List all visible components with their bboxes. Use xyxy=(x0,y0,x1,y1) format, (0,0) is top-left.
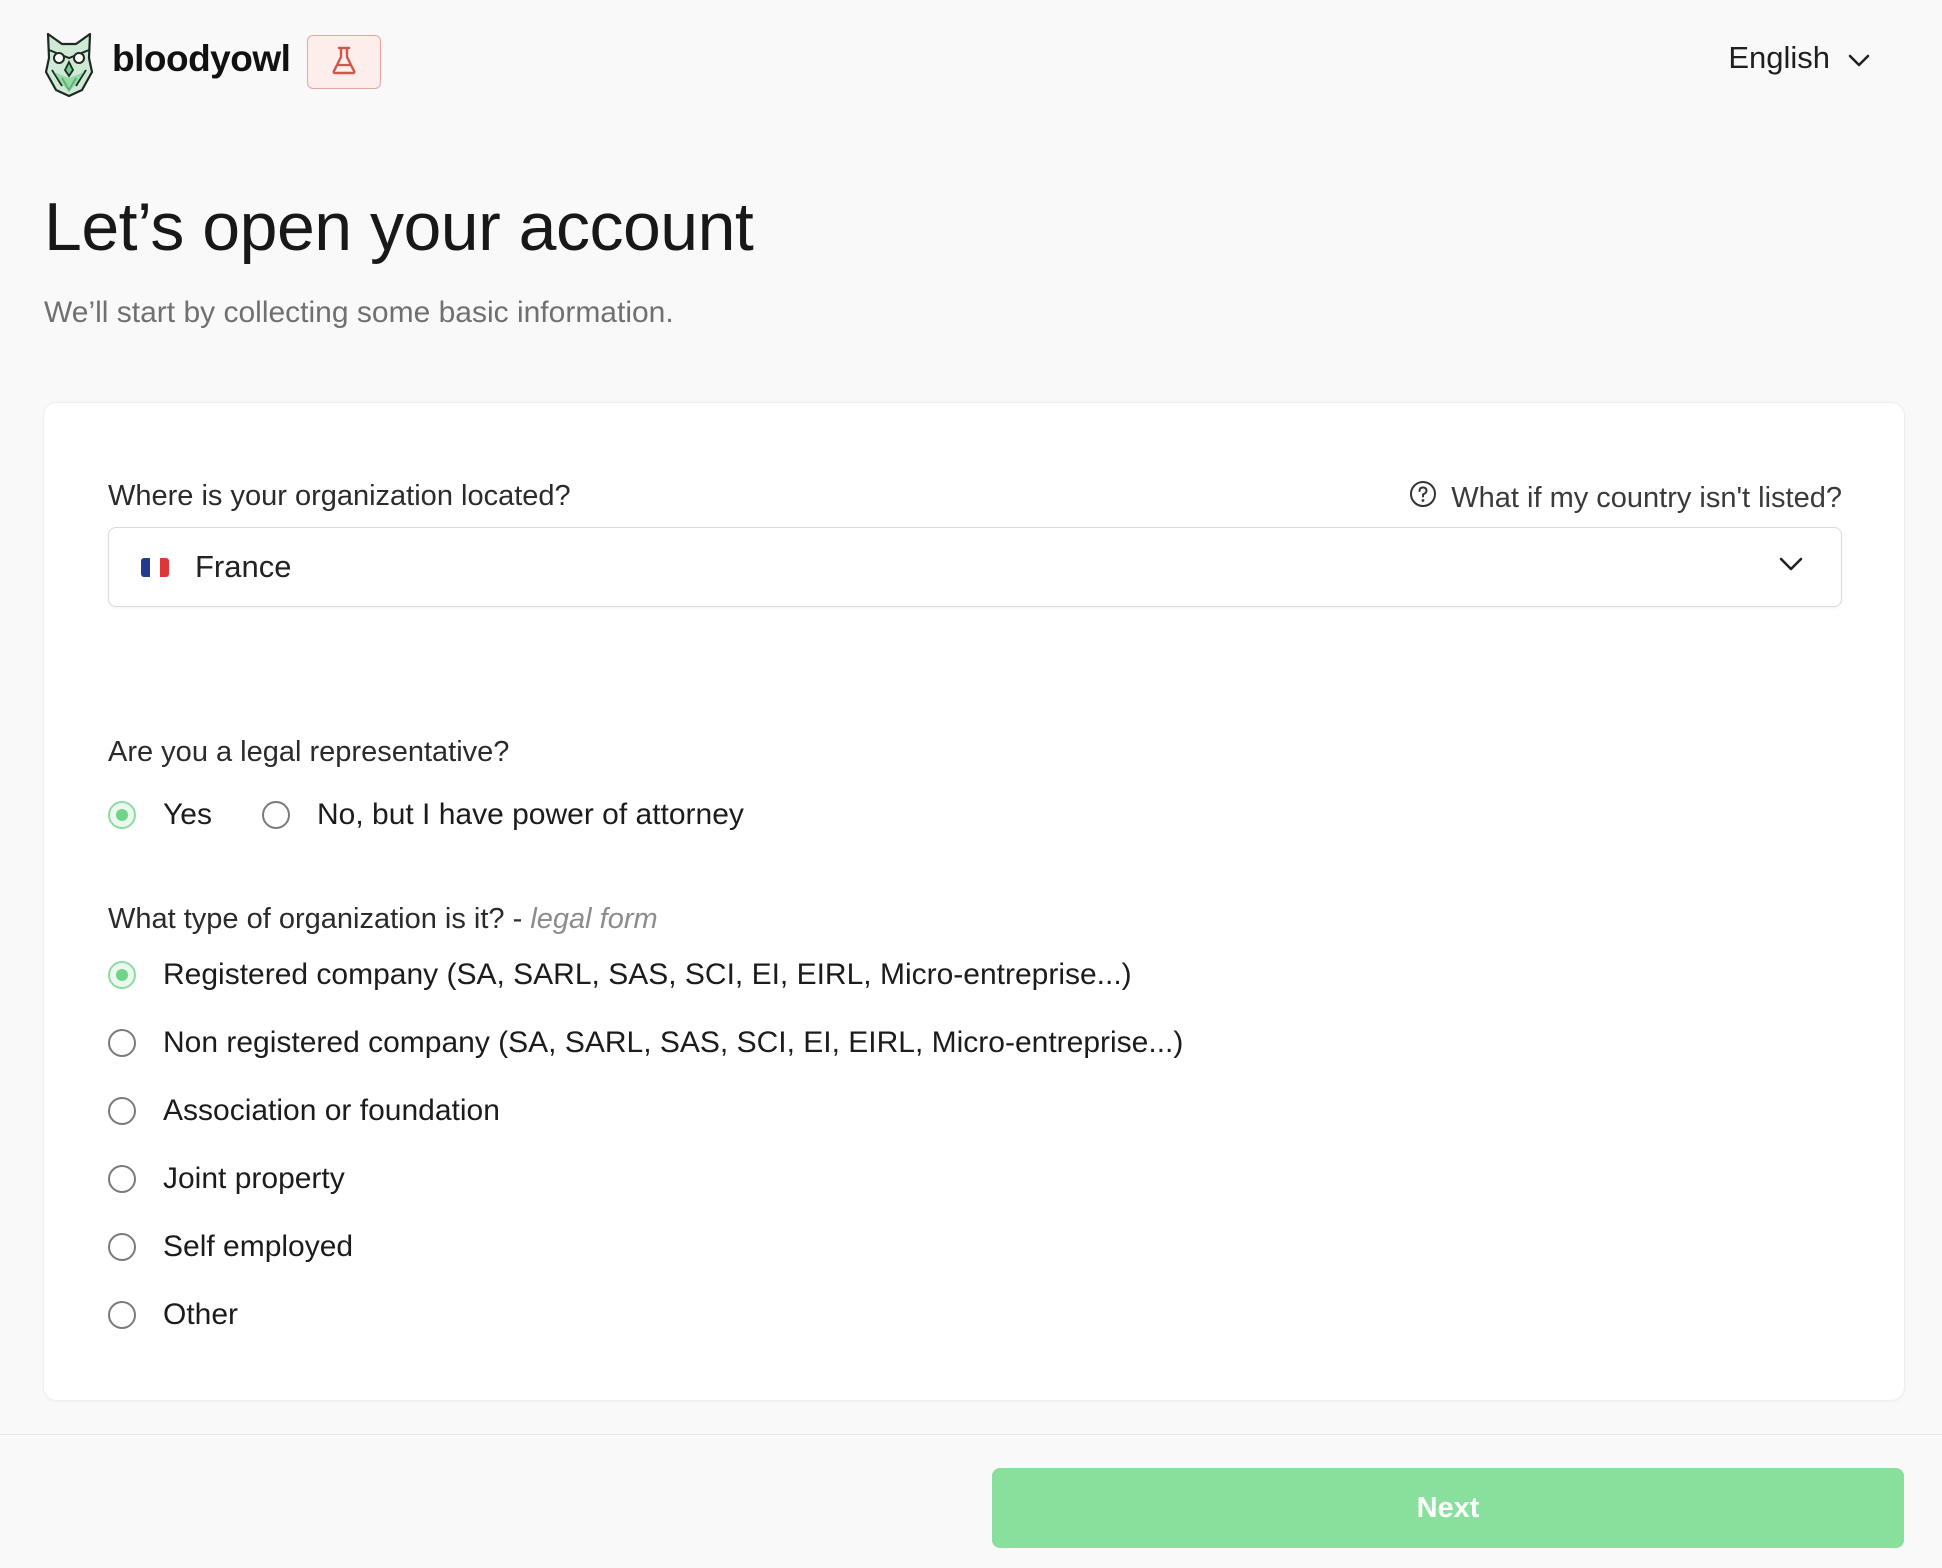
next-button[interactable]: Next xyxy=(992,1468,1904,1548)
country-help-link[interactable]: What if my country isn't listed? xyxy=(1409,480,1842,516)
org-type-other-option[interactable]: Other xyxy=(108,1298,238,1332)
radio-button[interactable] xyxy=(108,961,136,989)
page-subtitle: We’ll start by collecting some basic inf… xyxy=(44,296,674,329)
radio-label: Other xyxy=(163,1298,239,1331)
radio-label: Joint property xyxy=(163,1162,345,1195)
owl-logo-icon[interactable] xyxy=(42,28,96,98)
location-label: Where is your organization located? xyxy=(108,480,571,512)
sandbox-badge[interactable] xyxy=(307,35,381,89)
france-flag-icon xyxy=(141,557,169,577)
help-link-text: What if my country isn't listed? xyxy=(1451,481,1842,514)
account-form-card: Where is your organization located? What… xyxy=(43,402,1905,1401)
radio-button[interactable] xyxy=(108,801,136,829)
radio-label: Registered company (SA, SARL, SAS, SCI, … xyxy=(163,958,1132,991)
radio-label: No, but I have power of attorney xyxy=(317,798,744,831)
radio-label: Association or foundation xyxy=(163,1094,500,1127)
radio-label: Self employed xyxy=(163,1230,354,1263)
top-bar: bloodyowl English xyxy=(0,0,1942,126)
radio-button[interactable] xyxy=(108,1165,136,1193)
country-select[interactable]: France xyxy=(108,527,1842,607)
org-type-self-employed-option[interactable]: Self employed xyxy=(108,1230,353,1264)
legal-rep-yes-option[interactable]: Yes xyxy=(108,798,212,832)
org-type-label: What type of organization is it? - legal… xyxy=(108,903,658,936)
org-type-registered-option[interactable]: Registered company (SA, SARL, SAS, SCI, … xyxy=(108,958,1132,992)
org-type-question: What type of organization is it? - xyxy=(108,903,531,935)
org-type-non-registered-option[interactable]: Non registered company (SA, SARL, SAS, S… xyxy=(108,1026,1183,1060)
radio-button[interactable] xyxy=(108,1029,136,1057)
chevron-down-icon xyxy=(1779,556,1803,577)
legal-rep-label: Are you a legal representative? xyxy=(108,736,510,768)
radio-label: Yes xyxy=(163,798,212,831)
selected-country: France xyxy=(195,549,292,584)
legal-form-hint: legal form xyxy=(530,903,658,935)
radio-button[interactable] xyxy=(108,1233,136,1261)
radio-button[interactable] xyxy=(108,1301,136,1329)
legal-rep-attorney-option[interactable]: No, but I have power of attorney xyxy=(262,798,744,832)
page-title: Let’s open your account xyxy=(44,189,754,265)
help-circle-icon xyxy=(1409,480,1437,516)
radio-button[interactable] xyxy=(262,801,290,829)
org-type-association-option[interactable]: Association or foundation xyxy=(108,1094,500,1128)
chevron-down-icon xyxy=(1848,40,1870,76)
brand-name: bloodyowl xyxy=(112,38,291,79)
flask-icon xyxy=(331,45,357,80)
language-selector[interactable]: English xyxy=(1728,40,1870,76)
footer-divider xyxy=(0,1434,1942,1435)
language-label: English xyxy=(1728,40,1830,75)
org-type-joint-property-option[interactable]: Joint property xyxy=(108,1162,345,1196)
radio-label: Non registered company (SA, SARL, SAS, S… xyxy=(163,1026,1184,1059)
radio-button[interactable] xyxy=(108,1097,136,1125)
